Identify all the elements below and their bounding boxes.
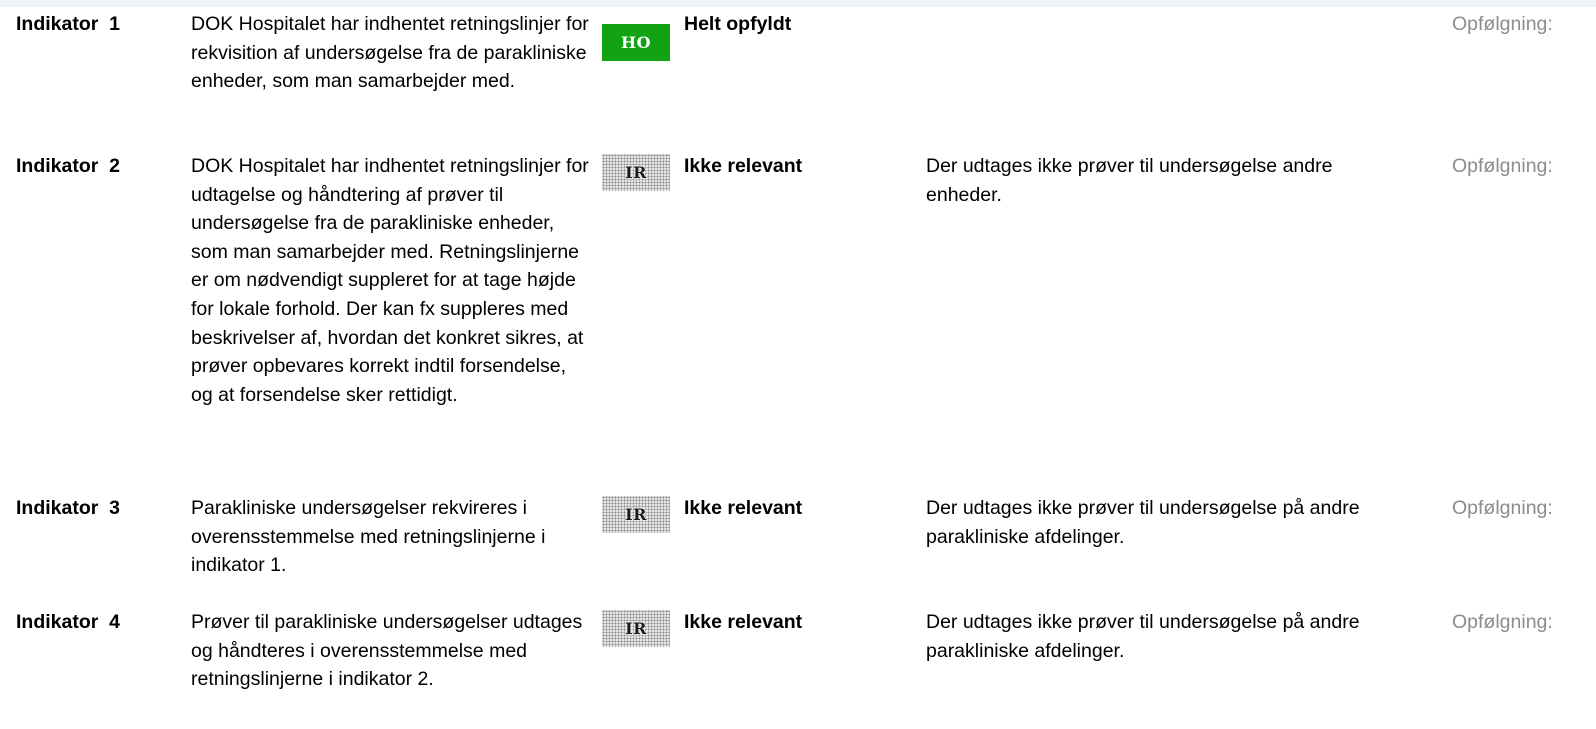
followup-label: Opfølgning: xyxy=(1452,13,1553,35)
followup-label: Opfølgning: xyxy=(1452,155,1553,177)
indicator-row-3: Indikator 3 Parakliniske undersøgelser r… xyxy=(0,494,1596,584)
indicator-row-1: Indikator 1 DOK Hospitalet har indhentet… xyxy=(0,10,1596,130)
status-badge-ir: IR xyxy=(602,154,670,191)
indicator-text: DOK Hospitalet har indhentet retningslin… xyxy=(191,155,589,406)
indicator-label: Indikator 1 xyxy=(16,13,121,35)
status-badge-ir: IR xyxy=(602,610,670,647)
followup-label: Opfølgning: xyxy=(1452,611,1553,633)
indicator-text: Prøver til parakliniske undersøgelser ud… xyxy=(191,611,583,691)
status-label: Helt opfyldt xyxy=(684,13,792,35)
indicator-label: Indikator 3 xyxy=(16,497,121,519)
top-strip xyxy=(0,0,1596,7)
comment-text: Der udtages ikke prøver til undersøgelse… xyxy=(926,155,1333,206)
indicator-label: Indikator 2 xyxy=(16,155,121,177)
status-badge-ho: HO xyxy=(602,24,670,61)
indicator-label: Indikator 4 xyxy=(16,611,121,633)
status-label: Ikke relevant xyxy=(684,611,803,633)
indicator-row-4: Indikator 4 Prøver til parakliniske unde… xyxy=(0,608,1596,728)
status-badge-ir: IR xyxy=(602,496,670,533)
status-label: Ikke relevant xyxy=(684,497,803,519)
status-label: Ikke relevant xyxy=(684,155,803,177)
indicator-text: Parakliniske undersøgelser rekvireres i … xyxy=(191,497,546,577)
comment-text: Der udtages ikke prøver til undersøgelse… xyxy=(926,497,1360,548)
indicator-row-2: Indikator 2 DOK Hospitalet har indhentet… xyxy=(0,152,1596,472)
comment-text: Der udtages ikke prøver til undersøgelse… xyxy=(926,611,1360,662)
indicator-text: DOK Hospitalet har indhentet retningslin… xyxy=(191,13,589,93)
followup-label: Opfølgning: xyxy=(1452,497,1553,519)
